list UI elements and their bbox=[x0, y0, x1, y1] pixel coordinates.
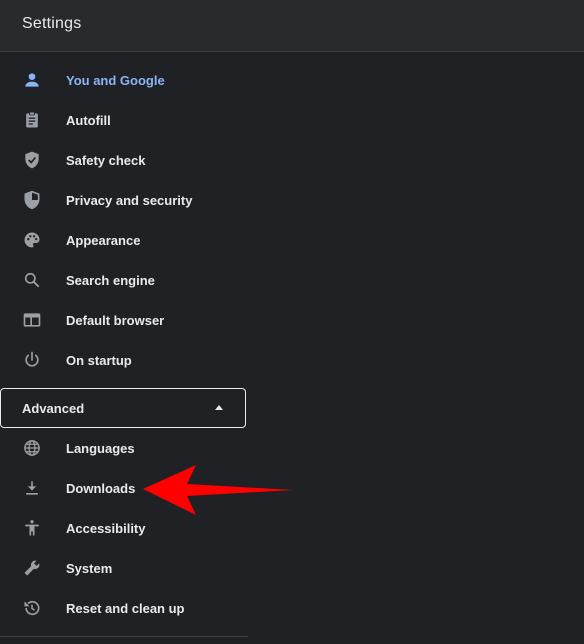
page-title: Settings bbox=[22, 15, 82, 32]
sidebar-item-default-browser[interactable]: Default browser bbox=[0, 300, 248, 340]
person-icon bbox=[22, 70, 42, 90]
shield-half-icon bbox=[22, 190, 42, 210]
clipboard-icon bbox=[22, 110, 42, 130]
sidebar-item-label: On startup bbox=[66, 353, 132, 368]
palette-icon bbox=[22, 230, 42, 250]
sidebar-item-on-startup[interactable]: On startup bbox=[0, 340, 248, 380]
sidebar-item-label: You and Google bbox=[66, 73, 165, 88]
sidebar-item-label: Search engine bbox=[66, 273, 155, 288]
search-icon bbox=[22, 270, 42, 290]
sidebar-item-label: Downloads bbox=[66, 481, 136, 496]
chevron-up-icon bbox=[215, 405, 223, 410]
sidebar-item-label: Languages bbox=[66, 441, 135, 456]
settings-sidebar: You and Google Autofill Safety check Pri… bbox=[0, 60, 248, 628]
browser-window-icon bbox=[22, 310, 42, 330]
sidebar-item-label: Reset and clean up bbox=[66, 601, 185, 616]
sidebar-item-languages[interactable]: Languages bbox=[0, 428, 248, 468]
sidebar-item-downloads[interactable]: Downloads bbox=[0, 468, 248, 508]
sidebar-item-appearance[interactable]: Appearance bbox=[0, 220, 248, 260]
sidebar-item-privacy-and-security[interactable]: Privacy and security bbox=[0, 180, 248, 220]
settings-window: Settings You and Google Autofill Safety … bbox=[0, 0, 584, 644]
accessibility-icon bbox=[22, 518, 42, 538]
sidebar-item-reset-and-clean-up[interactable]: Reset and clean up bbox=[0, 588, 248, 628]
sidebar-item-label: Privacy and security bbox=[66, 193, 193, 208]
sidebar-item-label: Appearance bbox=[66, 233, 141, 248]
wrench-icon bbox=[22, 558, 42, 578]
sidebar-item-safety-check[interactable]: Safety check bbox=[0, 140, 248, 180]
power-icon bbox=[22, 350, 42, 370]
globe-icon bbox=[22, 438, 42, 458]
advanced-label: Advanced bbox=[22, 401, 85, 416]
sidebar-item-label: Accessibility bbox=[66, 521, 146, 536]
sidebar-item-you-and-google[interactable]: You and Google bbox=[0, 60, 248, 100]
sidebar-item-accessibility[interactable]: Accessibility bbox=[0, 508, 248, 548]
download-icon bbox=[22, 478, 42, 498]
sidebar-item-label: System bbox=[66, 561, 113, 576]
advanced-section-toggle[interactable]: Advanced bbox=[0, 388, 246, 428]
settings-header: Settings bbox=[0, 0, 584, 52]
sidebar-item-autofill[interactable]: Autofill bbox=[0, 100, 248, 140]
sidebar-item-label: Default browser bbox=[66, 313, 165, 328]
sidebar-item-label: Safety check bbox=[66, 153, 146, 168]
restore-icon bbox=[22, 598, 42, 618]
shield-check-icon bbox=[22, 150, 42, 170]
sidebar-item-search-engine[interactable]: Search engine bbox=[0, 260, 248, 300]
sidebar-divider bbox=[0, 636, 248, 637]
sidebar-item-label: Autofill bbox=[66, 113, 111, 128]
sidebar-item-system[interactable]: System bbox=[0, 548, 248, 588]
